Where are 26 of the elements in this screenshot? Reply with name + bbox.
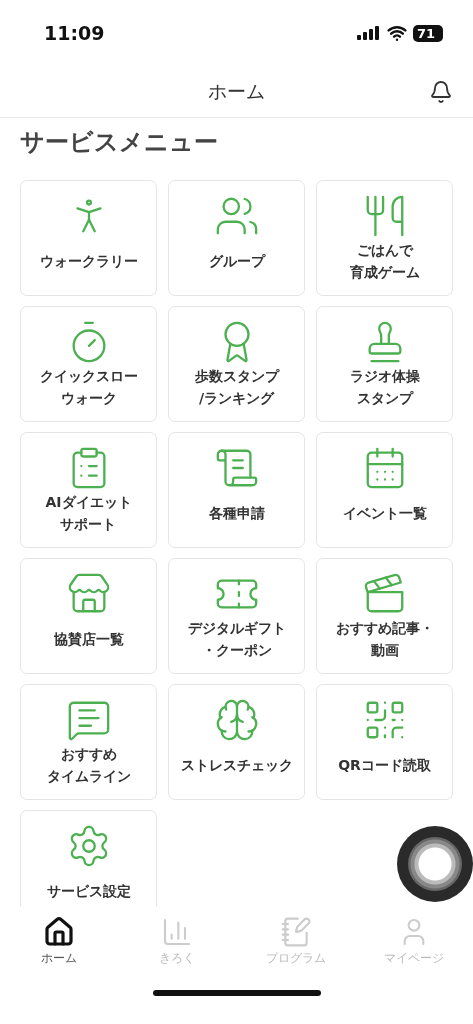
menu-tile[interactable]: サービス設定 xyxy=(20,810,157,906)
menu-tile[interactable]: クイックスロー ウォーク xyxy=(20,306,157,422)
battery-level: 71 xyxy=(413,24,443,42)
menu-tile[interactable]: おすすめ記事・ 動画 xyxy=(316,558,453,674)
menu-tile[interactable]: QRコード読取 xyxy=(316,684,453,800)
section-title: サービスメニュー xyxy=(20,127,219,158)
menu-tile[interactable]: 協賛店一覧 xyxy=(20,558,157,674)
signal-icon xyxy=(357,26,381,40)
menu-tile[interactable]: おすすめ タイムライン xyxy=(20,684,157,800)
tab-item[interactable]: ホーム xyxy=(0,916,119,986)
menu-tile[interactable]: ウォークラリー xyxy=(20,180,157,296)
menu-tile[interactable]: ごはんで 育成ゲーム xyxy=(316,180,453,296)
menu-tile[interactable]: グループ xyxy=(168,180,305,296)
notebook-icon xyxy=(279,916,312,948)
menu-tile[interactable]: デジタルギフト ・クーポン xyxy=(168,558,305,674)
home-icon xyxy=(43,916,76,948)
menu-tile[interactable]: ストレスチェック xyxy=(168,684,305,800)
wifi-icon xyxy=(387,23,407,43)
menu-tile[interactable]: 歩数スタンプ /ランキング xyxy=(168,306,305,422)
header-title: ホーム xyxy=(208,78,265,104)
bell-icon[interactable] xyxy=(429,80,453,104)
status-time: 11:09 xyxy=(44,22,105,44)
menu-tile[interactable]: 各種申請 xyxy=(168,432,305,548)
menu-tile[interactable]: AIダイエット サポート xyxy=(20,432,157,548)
menu-tile[interactable]: イベント一覧 xyxy=(316,432,453,548)
menu-tile[interactable]: ラジオ体操 スタンプ xyxy=(316,306,453,422)
